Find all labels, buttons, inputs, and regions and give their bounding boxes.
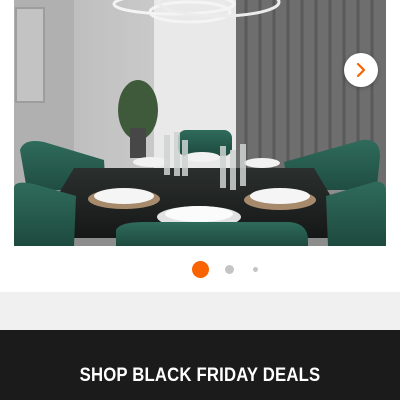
carousel-dot[interactable] <box>253 267 258 272</box>
carousel-dot[interactable] <box>225 265 234 274</box>
carousel-dot-active[interactable] <box>192 261 209 278</box>
section-divider <box>0 292 400 330</box>
black-friday-banner[interactable]: SHOP BLACK FRIDAY DEALS <box>0 330 400 400</box>
hero-carousel <box>0 0 400 292</box>
chevron-right-icon <box>354 62 368 78</box>
carousel-slide-image[interactable] <box>14 0 386 246</box>
carousel-next-button[interactable] <box>344 53 378 87</box>
carousel-pagination <box>0 260 400 278</box>
black-friday-label: SHOP BLACK FRIDAY DEALS <box>79 365 321 386</box>
